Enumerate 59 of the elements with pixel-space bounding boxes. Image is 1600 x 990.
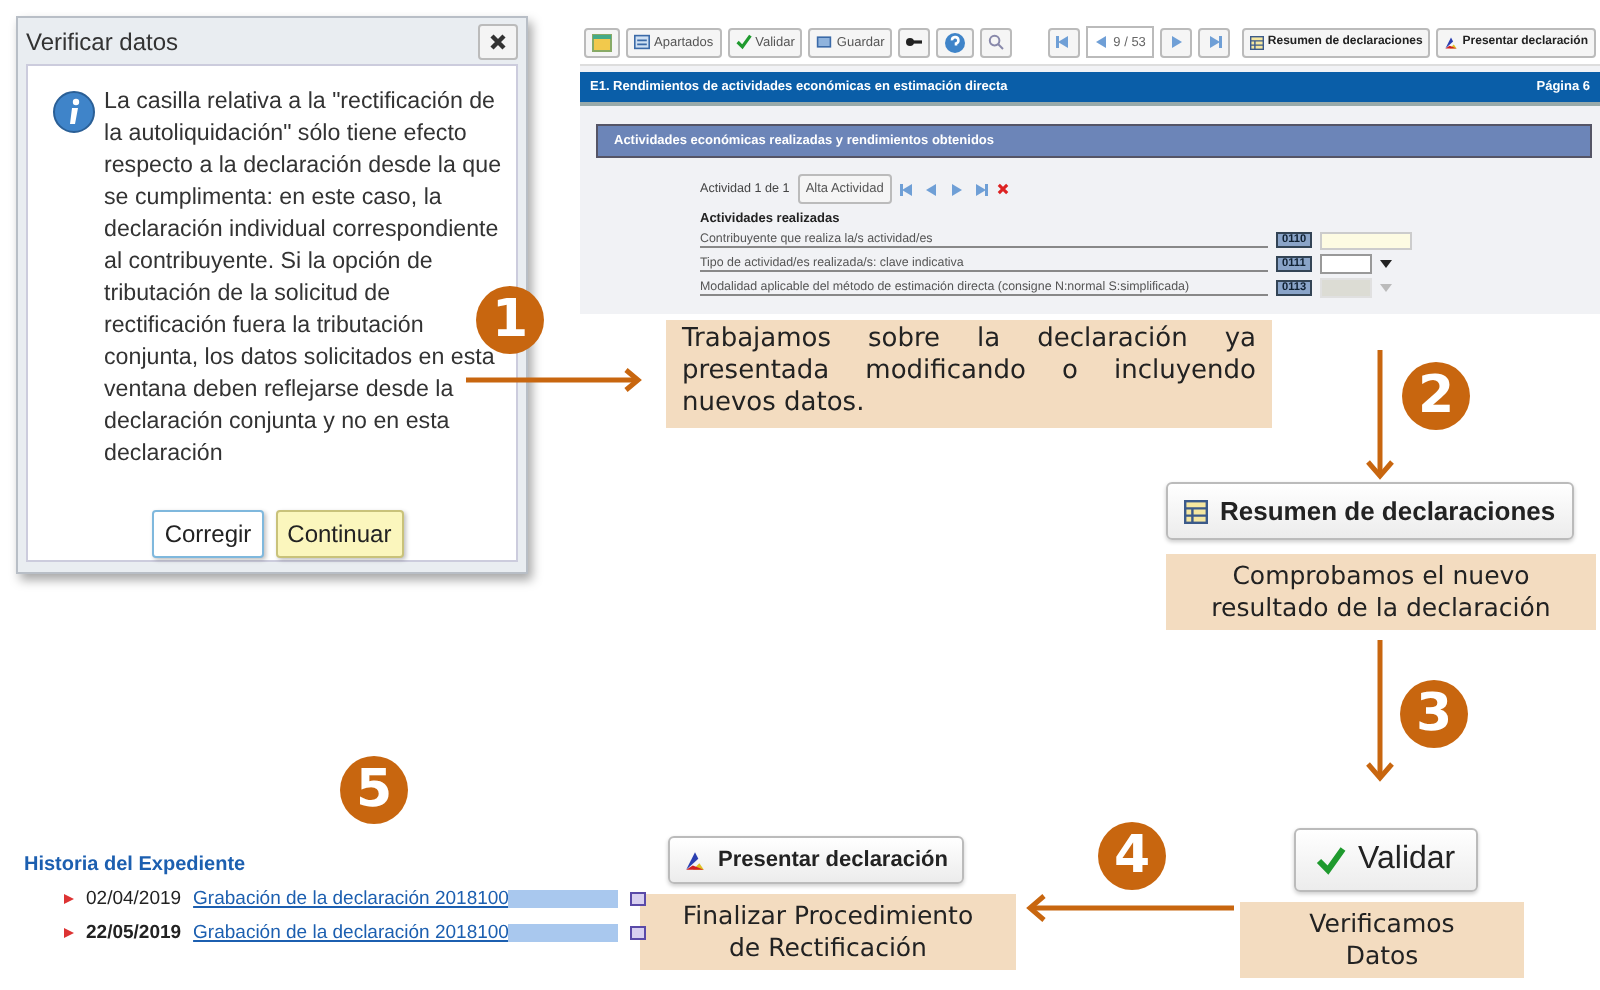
submit-button[interactable]: Presentar declaración <box>668 836 964 884</box>
info-icon <box>52 90 96 134</box>
help-icon <box>944 31 967 53</box>
dialog-title: Verificar datos <box>26 28 179 56</box>
help-button[interactable] <box>936 27 975 57</box>
key-icon <box>906 36 923 48</box>
bullet-icon <box>64 894 74 904</box>
bullet-icon <box>64 928 74 938</box>
calendar-icon <box>592 32 612 52</box>
key-button[interactable] <box>898 27 931 57</box>
history-link[interactable]: Grabación de la declaración 2018100 <box>193 888 619 910</box>
skip-previous-icon[interactable] <box>1055 34 1072 50</box>
list-icon <box>634 34 650 50</box>
popup-icon <box>630 926 647 940</box>
step-number: 5 <box>340 756 408 824</box>
popup-icon <box>630 892 647 906</box>
step-number: 4 <box>1098 822 1166 890</box>
validate-button[interactable]: Validar <box>1294 828 1478 892</box>
close-icon <box>995 182 1010 196</box>
caret-icon <box>1380 284 1393 292</box>
history-link[interactable]: Grabación de la declaración 2018100 <box>193 922 619 944</box>
step-callout: Comprobamos el nuevo resultado de la declaración <box>1166 554 1596 630</box>
logo-icon <box>1444 35 1459 49</box>
close-icon <box>488 32 508 52</box>
step-number: 2 <box>1402 362 1470 430</box>
logo-icon <box>684 849 706 871</box>
checkmark-icon <box>1316 845 1346 875</box>
continue-button[interactable]: Continuar <box>275 510 404 558</box>
next-icon[interactable] <box>1167 34 1184 50</box>
caret-icon <box>1379 260 1392 268</box>
close-button[interactable] <box>478 24 518 60</box>
previous-icon[interactable] <box>1093 34 1110 50</box>
last-page-button[interactable] <box>1197 27 1230 57</box>
next-page-button[interactable] <box>1159 27 1192 57</box>
skip-next-icon[interactable] <box>971 181 988 197</box>
step-number: 3 <box>1400 680 1468 748</box>
search-button[interactable] <box>980 27 1013 57</box>
table-icon <box>1249 35 1264 49</box>
arrow <box>1366 640 1394 784</box>
calendar-button[interactable] <box>584 27 620 57</box>
history-date: 02/04/2019 <box>86 888 182 910</box>
step-callout: Verificamos Datos <box>1240 902 1524 978</box>
skip-previous-icon[interactable] <box>899 181 916 197</box>
history-date: 22/05/2019 <box>86 922 182 944</box>
input-field[interactable] <box>1320 231 1413 249</box>
correct-button[interactable]: Corregir <box>152 510 264 558</box>
checkmark-icon <box>735 34 752 50</box>
arrow <box>1366 350 1394 482</box>
step-callout: Finalizar Procedimiento de Rectificación <box>640 894 1016 970</box>
summary-button[interactable]: Resumen de declaraciones <box>1166 482 1574 540</box>
skip-next-icon[interactable] <box>1205 34 1222 50</box>
previous-icon[interactable] <box>923 181 940 197</box>
first-page-button[interactable] <box>1047 27 1080 57</box>
history-title: Historia del Expediente <box>24 854 248 876</box>
step-callout: Trabajamos sobre la declaración ya presentada modificando o incluyendo nuevos datos. <box>666 320 1272 428</box>
dropdown-field[interactable] <box>1319 254 1372 274</box>
table-icon <box>1184 499 1208 523</box>
next-icon[interactable] <box>947 181 964 197</box>
search-icon <box>988 34 1005 50</box>
